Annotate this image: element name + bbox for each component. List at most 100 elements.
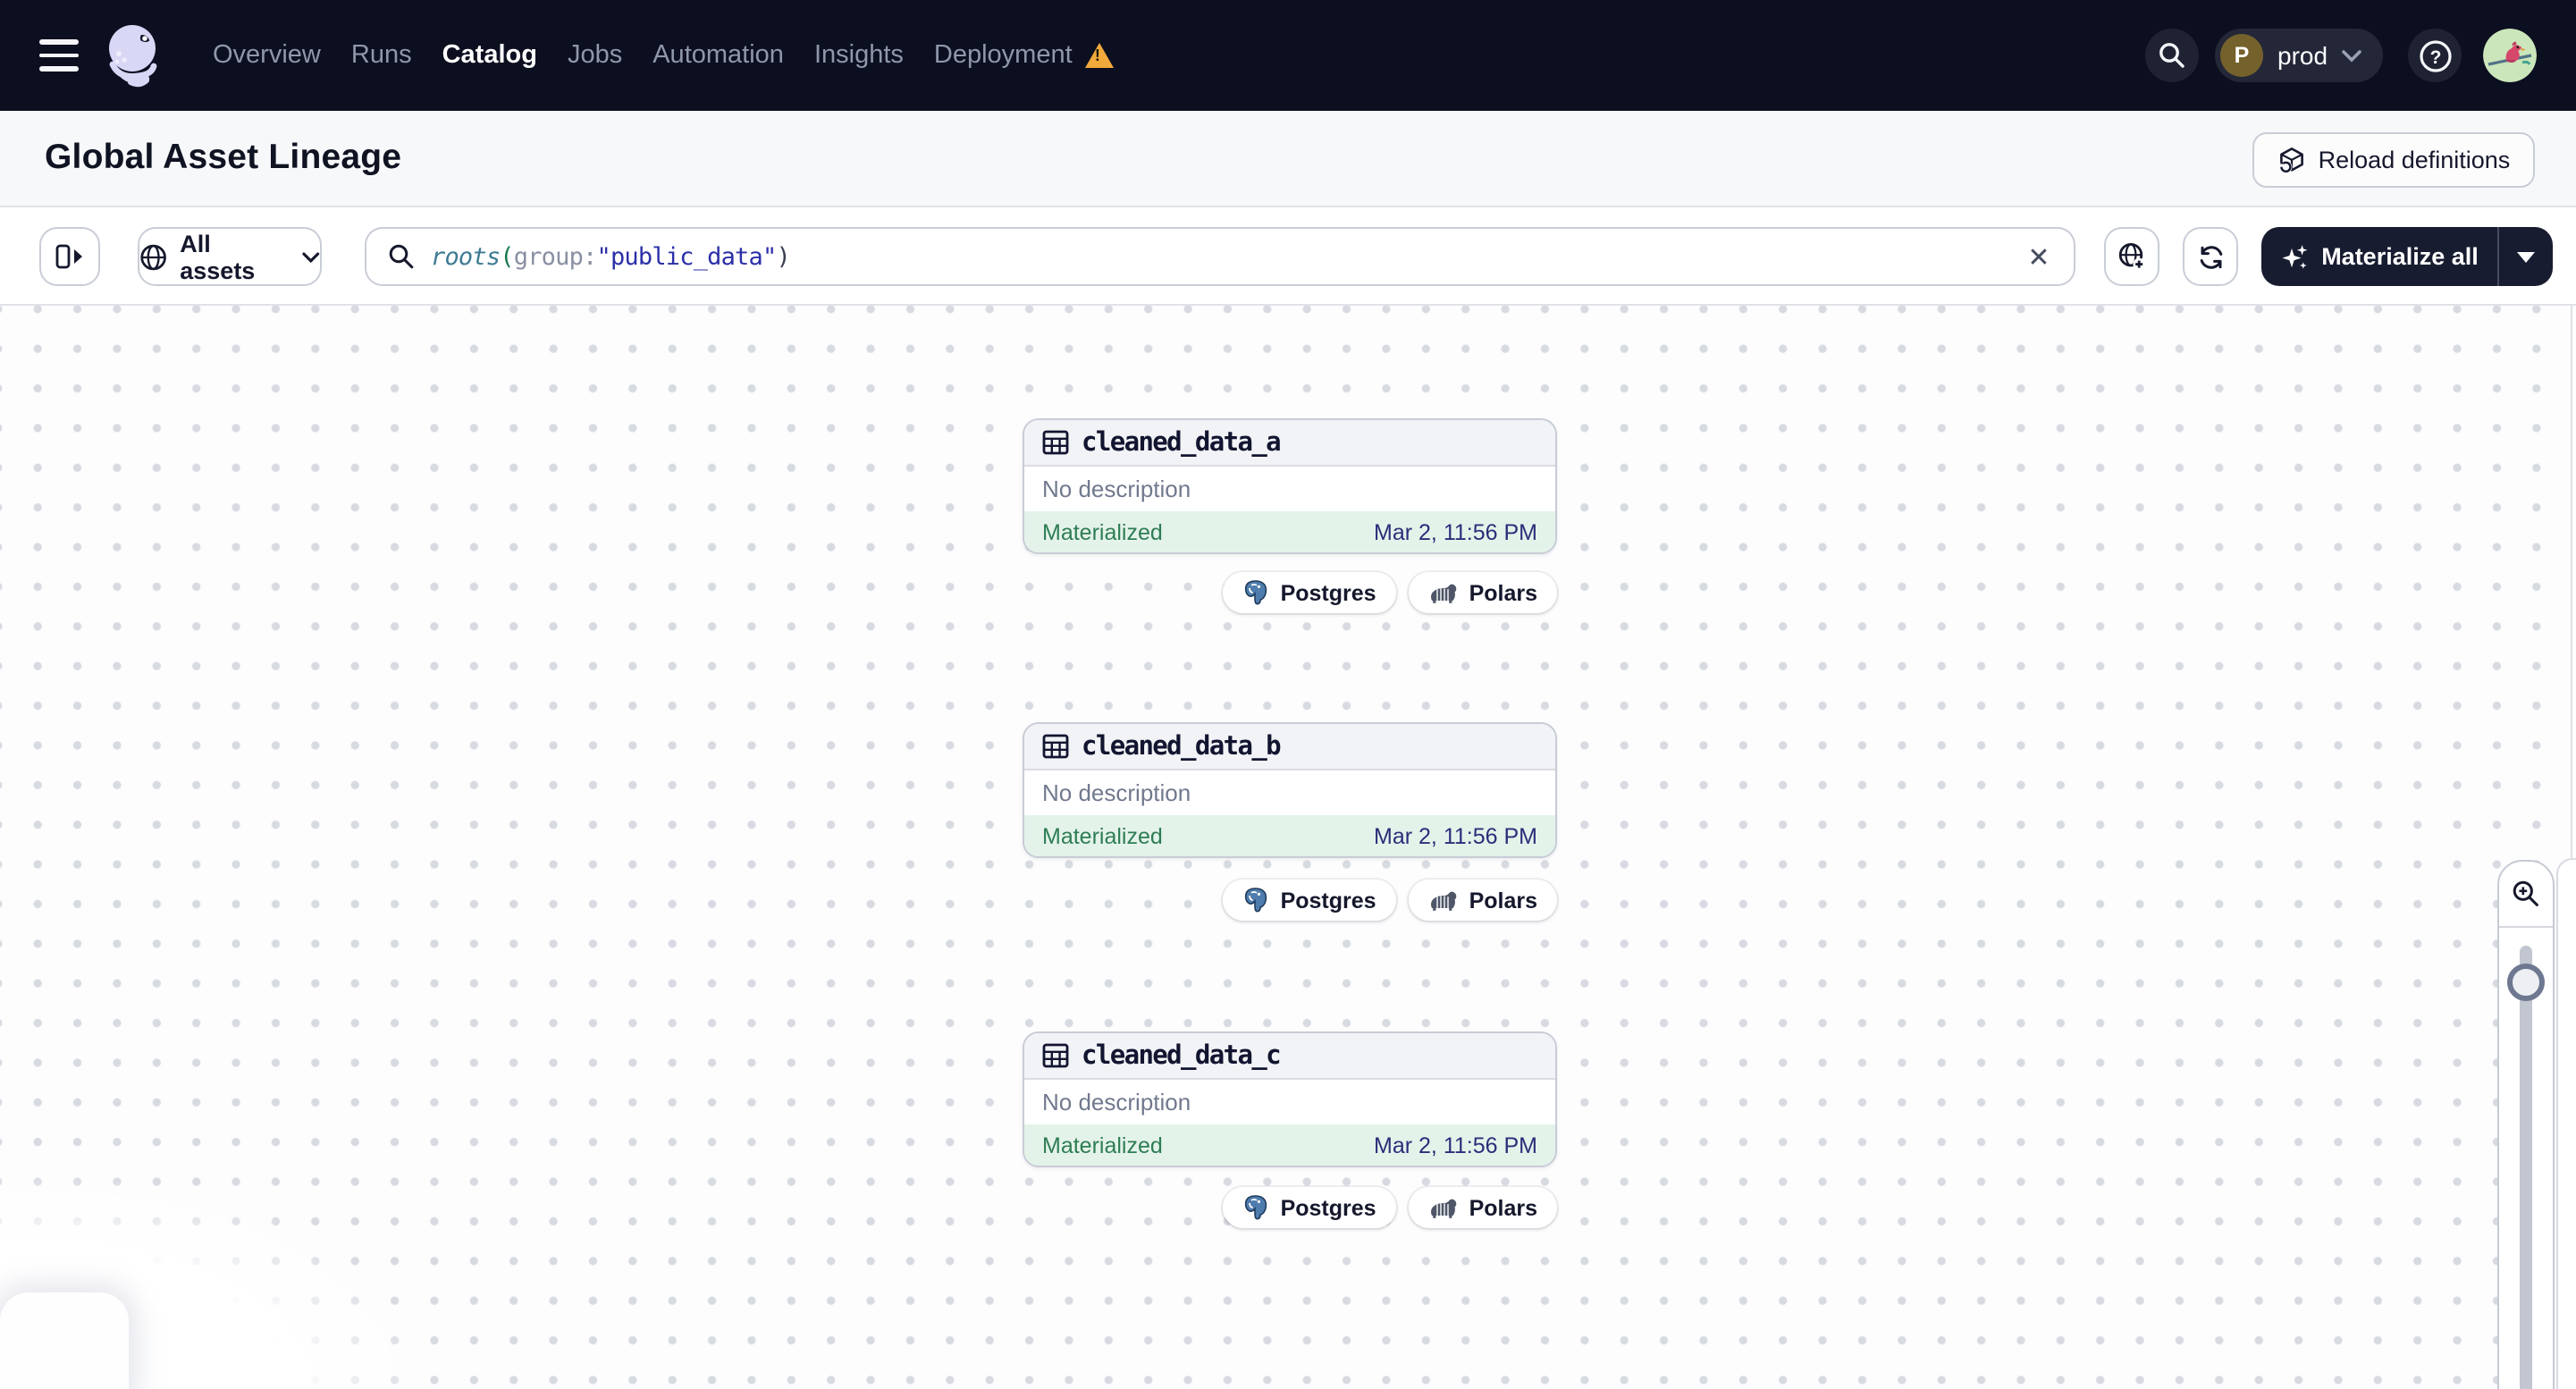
asset-tags-row: Postgres Polars (1223, 572, 1557, 613)
polars-icon (1430, 1199, 1456, 1218)
nav-links: Overview Runs Catalog Jobs Automation In… (213, 0, 1114, 111)
panel-expand-icon (55, 244, 81, 269)
polars-icon (1430, 891, 1456, 911)
asset-status-bar: Materialized Mar 2, 11:56 PM (1024, 815, 1555, 856)
nav-item-overview[interactable]: Overview (213, 41, 321, 70)
status-badge: Materialized (1042, 1132, 1163, 1158)
search-button[interactable] (2145, 29, 2199, 82)
menu-icon[interactable] (39, 39, 79, 72)
view-all-assets-button[interactable] (2104, 227, 2159, 286)
refresh-icon (2199, 245, 2222, 268)
asset-node-cleaned-data-b[interactable]: cleaned_data_b No description Materializ… (1023, 722, 1557, 858)
status-badge: Materialized (1042, 519, 1163, 544)
asset-tags-row: Postgres Polars (1223, 1187, 1557, 1228)
zoom-slider-track[interactable] (2520, 946, 2532, 1389)
status-badge: Materialized (1042, 823, 1163, 848)
reload-definitions-icon (2278, 147, 2303, 173)
materialize-all-split-button: Materialize all (2261, 227, 2553, 286)
table-icon (1042, 430, 1069, 455)
asset-status-bar: Materialized Mar 2, 11:56 PM (1024, 1124, 1555, 1166)
refresh-button[interactable] (2183, 227, 2238, 286)
postgres-icon (1245, 1195, 1267, 1220)
asset-node-header: cleaned_data_c (1024, 1033, 1555, 1080)
toggle-sidebar-button[interactable] (39, 227, 100, 286)
nav-item-catalog[interactable]: Catalog (442, 41, 537, 70)
asset-scope-label: All assets (180, 230, 256, 283)
tag-polars[interactable]: Polars (1408, 1187, 1557, 1228)
tag-label: Polars (1469, 1195, 1537, 1220)
zoom-slider-handle[interactable] (2507, 964, 2545, 1001)
zoom-in-icon (2513, 880, 2538, 906)
user-avatar[interactable] (2483, 29, 2537, 82)
sparkle-icon (2281, 244, 2307, 268)
lineage-toolbar: All assets roots(group:"public_data") ✕ (0, 207, 2576, 306)
asset-selection-query: roots(group:"public_data") (431, 242, 791, 271)
asset-node-cleaned-data-a[interactable]: cleaned_data_a No description Materializ… (1023, 418, 1557, 554)
tag-postgres[interactable]: Postgres (1223, 880, 1396, 921)
zoom-in-button[interactable] (2499, 862, 2553, 926)
materialize-all-button[interactable]: Materialize all (2261, 227, 2497, 286)
materialization-timestamp[interactable]: Mar 2, 11:56 PM (1374, 1132, 1537, 1158)
page-title: Global Asset Lineage (45, 138, 402, 177)
globe-icon (140, 243, 166, 270)
asset-selection-input[interactable]: roots(group:"public_data") ✕ (365, 227, 2075, 286)
clear-query-icon[interactable]: ✕ (2024, 243, 2054, 274)
tag-label: Polars (1469, 888, 1537, 913)
reload-definitions-button[interactable]: Reload definitions (2252, 132, 2535, 188)
nav-item-insights[interactable]: Insights (814, 41, 904, 70)
table-icon (1042, 734, 1069, 759)
asset-node-header: cleaned_data_a (1024, 420, 1555, 467)
asset-description: No description (1042, 476, 1191, 502)
tag-postgres[interactable]: Postgres (1223, 1187, 1396, 1228)
deployment-name: prod (2277, 41, 2328, 70)
zoom-control-panel (2497, 860, 2555, 1389)
asset-scope-dropdown[interactable]: All assets (138, 227, 322, 286)
asset-tags-row: Postgres Polars (1223, 880, 1557, 921)
chevron-down-icon (302, 251, 320, 262)
asset-description: No description (1042, 1089, 1191, 1115)
asset-description: No description (1042, 779, 1191, 806)
postgres-icon (1245, 888, 1267, 913)
tag-label: Polars (1469, 580, 1537, 605)
tag-label: Postgres (1280, 1195, 1376, 1220)
materialize-all-label: Materialize all (2321, 243, 2479, 270)
materialization-timestamp[interactable]: Mar 2, 11:56 PM (1374, 823, 1537, 848)
magnifier-icon (389, 244, 414, 269)
asset-node-header: cleaned_data_b (1024, 724, 1555, 770)
postgres-icon (1245, 580, 1267, 605)
tag-label: Postgres (1280, 580, 1376, 605)
help-button[interactable]: ? (2408, 29, 2462, 82)
asset-name: cleaned_data_a (1082, 428, 1282, 457)
page-curl-cover (0, 1292, 129, 1389)
tag-polars[interactable]: Polars (1408, 880, 1557, 921)
tag-label: Postgres (1280, 888, 1376, 913)
tag-polars[interactable]: Polars (1408, 572, 1557, 613)
canvas-right-panel-edge (2556, 858, 2576, 1389)
deployment-switcher[interactable]: P prod (2215, 29, 2383, 82)
globe-add-icon (2118, 242, 2145, 271)
asset-status-bar: Materialized Mar 2, 11:56 PM (1024, 511, 1555, 552)
nav-item-deployment[interactable]: Deployment (934, 41, 1114, 70)
materialize-options-button[interactable] (2497, 227, 2553, 286)
nav-item-automation[interactable]: Automation (652, 41, 784, 70)
table-icon (1042, 1043, 1069, 1068)
help-icon: ? (2419, 39, 2451, 72)
tag-postgres[interactable]: Postgres (1223, 572, 1396, 613)
polars-icon (1430, 584, 1456, 603)
materialization-timestamp[interactable]: Mar 2, 11:56 PM (1374, 519, 1537, 544)
nav-item-jobs[interactable]: Jobs (568, 41, 622, 70)
caret-down-icon (2517, 251, 2535, 262)
top-nav-bar: Overview Runs Catalog Jobs Automation In… (0, 0, 2576, 111)
dagster-logo[interactable] (100, 20, 172, 91)
asset-name: cleaned_data_b (1082, 732, 1282, 761)
asset-name: cleaned_data_c (1082, 1041, 1282, 1070)
warning-icon (1084, 43, 1114, 68)
zoom-slider[interactable] (2499, 926, 2553, 1389)
reload-definitions-label: Reload definitions (2318, 147, 2511, 173)
page-header: Global Asset Lineage Reload definitions (0, 111, 2576, 207)
chevron-down-icon (2342, 49, 2361, 62)
nav-item-runs[interactable]: Runs (351, 41, 412, 70)
lineage-canvas[interactable]: cleaned_data_a No description Materializ… (0, 306, 2576, 1389)
asset-node-cleaned-data-c[interactable]: cleaned_data_c No description Materializ… (1023, 1031, 1557, 1167)
search-icon (2159, 43, 2185, 68)
